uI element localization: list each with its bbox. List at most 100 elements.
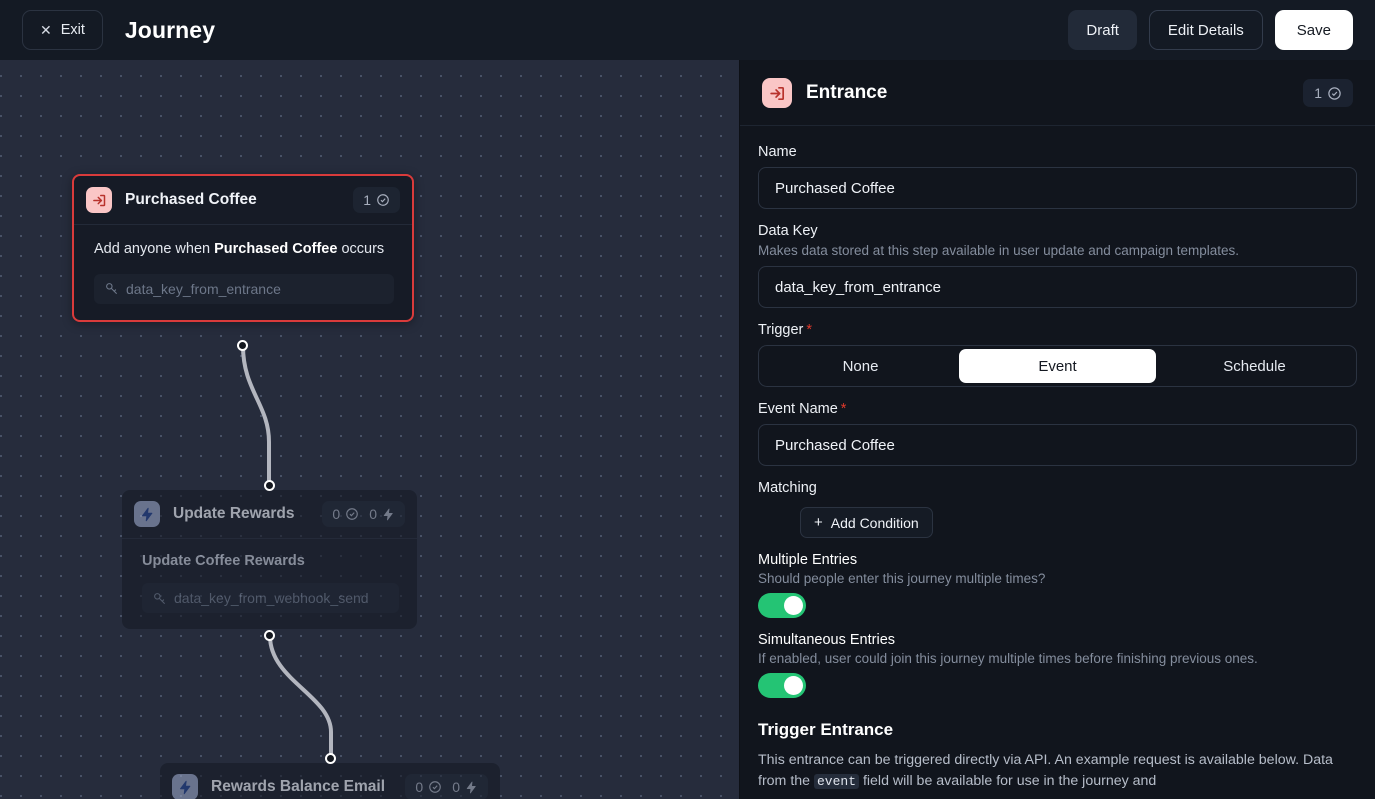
flow-node-stats: 1: [353, 187, 400, 213]
check-circle-icon: [376, 193, 390, 207]
data-key-pill: data_key_from_webhook_send: [142, 583, 399, 613]
edge-update-rewards-to-email: [270, 636, 331, 758]
flow-node-stats: 0 0: [322, 501, 405, 527]
flow-node-subtitle: Update Coffee Rewards: [142, 553, 399, 569]
edge-entrance-to-update-rewards: [243, 346, 269, 484]
trigger-entrance-para-line1: This entrance can be triggered directly …: [758, 752, 1255, 768]
add-condition-label: Add Condition: [831, 515, 919, 531]
flow-node-title: Update Rewards: [173, 505, 294, 523]
add-condition-button[interactable]: + Add Condition: [800, 507, 933, 538]
save-button[interactable]: Save: [1275, 10, 1353, 50]
matching-field-group: Matching + Add Condition: [758, 480, 1357, 538]
node-handle-update-rewards-in[interactable]: [264, 480, 275, 491]
flow-node-body: Update Coffee Rewards data_key_from_webh…: [122, 539, 417, 629]
flow-node-description: Add anyone when Purchased Coffee occurs: [94, 239, 394, 260]
event-name-label-text: Event Name: [758, 401, 838, 417]
stat-triggered: 0: [369, 506, 395, 522]
entrance-login-icon: [86, 187, 112, 213]
name-input[interactable]: [758, 167, 1357, 209]
multiple-entries-title: Multiple Entries: [758, 552, 1357, 568]
multiple-entries-toggle[interactable]: [758, 593, 806, 618]
stat-entered: 1: [363, 192, 390, 208]
data-key-field-group: Data Key Makes data stored at this step …: [758, 223, 1357, 308]
node-handle-entrance-out[interactable]: [237, 340, 248, 351]
panel-badge-count: 1: [1314, 85, 1322, 101]
key-icon: [105, 282, 118, 295]
flow-node-entrance[interactable]: Purchased Coffee 1 Add anyone when Purch…: [72, 174, 414, 322]
plus-icon: +: [814, 515, 823, 530]
desc-suffix: occurs: [337, 241, 384, 257]
flow-node-update-rewards[interactable]: Update Rewards 0 0: [122, 490, 417, 629]
check-circle-icon: [1327, 86, 1342, 101]
name-field-group: Name: [758, 144, 1357, 209]
lightning-icon: [465, 781, 478, 794]
exit-button-label: Exit: [61, 22, 85, 38]
trigger-label: Trigger*: [758, 322, 1357, 338]
data-key-input[interactable]: [758, 266, 1357, 308]
lightning-icon: [134, 501, 160, 527]
event-name-input[interactable]: [758, 424, 1357, 466]
panel-title: Entrance: [806, 82, 887, 104]
step-settings-panel: Entrance 1 Name Data Key Makes dat: [740, 60, 1375, 799]
lightning-icon: [172, 774, 198, 799]
edit-details-button[interactable]: Edit Details: [1149, 10, 1263, 50]
top-bar: ✕ Exit Journey Draft Edit Details Save: [0, 0, 1375, 60]
check-circle-icon: [345, 507, 359, 521]
close-icon: ✕: [40, 23, 52, 37]
trigger-entrance-heading: Trigger Entrance: [758, 720, 1357, 740]
node-handle-email-in[interactable]: [325, 753, 336, 764]
toggle-knob: [784, 596, 803, 615]
stat-entered: 0: [415, 779, 442, 795]
panel-entered-badge: 1: [1303, 79, 1353, 107]
panel-body: Name Data Key Makes data stored at this …: [740, 126, 1375, 791]
data-key-value: data_key_from_webhook_send: [174, 590, 369, 606]
required-asterisk: *: [806, 322, 812, 338]
trigger-label-text: Trigger: [758, 322, 803, 338]
simultaneous-entries-group: Simultaneous Entries If enabled, user co…: [758, 632, 1357, 698]
top-bar-actions: Draft Edit Details Save: [1068, 10, 1353, 50]
node-handle-update-rewards-out[interactable]: [264, 630, 275, 641]
trigger-entrance-para-line2b: field will be available for use in the j…: [859, 773, 1156, 789]
draft-status-button[interactable]: Draft: [1068, 10, 1137, 50]
name-label: Name: [758, 144, 1357, 160]
simultaneous-entries-help: If enabled, user could join this journey…: [758, 651, 1357, 666]
check-circle-icon: [428, 780, 442, 794]
key-icon: [153, 592, 166, 605]
multiple-entries-help: Should people enter this journey multipl…: [758, 571, 1357, 586]
lightning-icon: [382, 508, 395, 521]
exit-button[interactable]: ✕ Exit: [22, 10, 103, 50]
data-key-label: Data Key: [758, 223, 1357, 239]
flow-node-stats: 0 0: [405, 774, 488, 799]
data-key-help: Makes data stored at this step available…: [758, 243, 1357, 258]
stat-entered: 0: [332, 506, 359, 522]
simultaneous-entries-toggle[interactable]: [758, 673, 806, 698]
stat-triggered: 0: [452, 779, 478, 795]
trigger-segmented-control: None Event Schedule: [758, 345, 1357, 387]
flow-node-header: Update Rewards 0 0: [122, 490, 417, 539]
event-code-chip: event: [814, 774, 859, 789]
multiple-entries-group: Multiple Entries Should people enter thi…: [758, 552, 1357, 618]
event-name-label: Event Name*: [758, 401, 1357, 417]
flow-node-header: Rewards Balance Email 0 0: [160, 763, 500, 799]
trigger-field-group: Trigger* None Event Schedule: [758, 322, 1357, 387]
simultaneous-entries-title: Simultaneous Entries: [758, 632, 1357, 648]
event-name-field-group: Event Name*: [758, 401, 1357, 466]
matching-label: Matching: [758, 480, 1357, 496]
entrance-login-icon: [762, 78, 792, 108]
trigger-option-none[interactable]: None: [762, 349, 959, 383]
flow-node-rewards-balance-email[interactable]: Rewards Balance Email 0 0: [160, 763, 500, 799]
flow-node-title: Purchased Coffee: [125, 191, 257, 209]
canvas-right-edge: [739, 60, 740, 799]
flow-node-body: Add anyone when Purchased Coffee occurs …: [74, 225, 412, 320]
trigger-option-schedule[interactable]: Schedule: [1156, 349, 1353, 383]
flow-node-header: Purchased Coffee 1: [74, 176, 412, 225]
desc-bold: Purchased Coffee: [214, 241, 337, 257]
data-key-pill: data_key_from_entrance: [94, 274, 394, 304]
journey-canvas[interactable]: Purchased Coffee 1 Add anyone when Purch…: [0, 60, 740, 799]
connector-edges: [0, 60, 740, 799]
toggle-knob: [784, 676, 803, 695]
page-title: Journey: [125, 17, 215, 44]
trigger-entrance-description: This entrance can be triggered directly …: [758, 750, 1357, 791]
data-key-value: data_key_from_entrance: [126, 281, 281, 297]
trigger-option-event[interactable]: Event: [959, 349, 1156, 383]
